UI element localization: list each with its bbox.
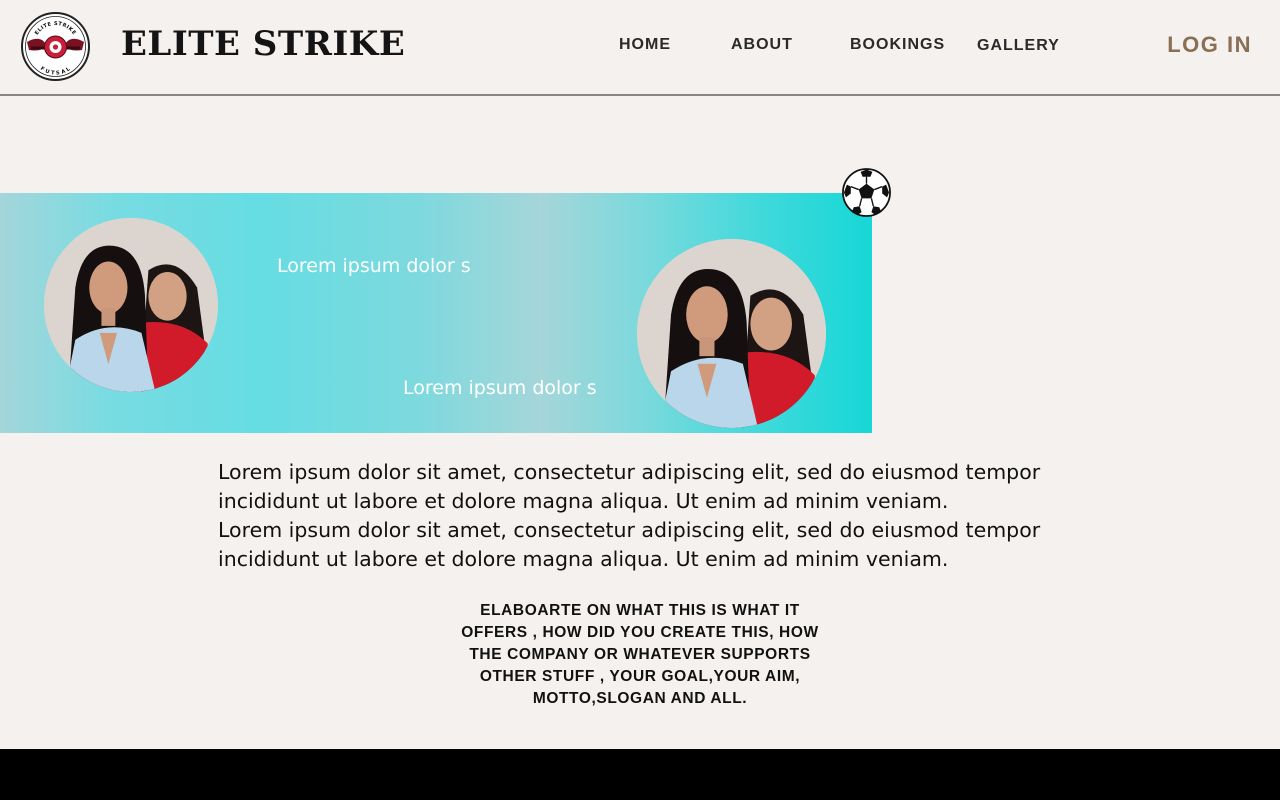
nav-about[interactable]: ABOUT: [731, 36, 793, 54]
tagline-line: THE COMPANY OR WHATEVER SUPPORTS: [469, 646, 811, 663]
login-button[interactable]: LOG IN: [1167, 33, 1252, 57]
nav-gallery[interactable]: GALLERY: [977, 37, 1060, 55]
team-photo: [44, 218, 218, 392]
site-header: ELITE STRIKE FUTSAL ELITE STRIKE HOME AB…: [0, 0, 1280, 96]
banner-text: Lorem ipsum dolor s: [277, 255, 471, 277]
tagline-line: ELABOARTE ON WHAT THIS IS WHAT IT: [480, 602, 800, 619]
brand-name[interactable]: ELITE STRIKE: [121, 24, 405, 64]
paragraph-line: incididunt ut labore et dolore magna ali…: [218, 489, 949, 513]
tagline-line: OFFERS , HOW DID YOU CREATE THIS, HOW: [461, 624, 819, 641]
paragraph-line: Lorem ipsum dolor sit amet, consectetur …: [218, 460, 1041, 484]
tagline-line: OTHER STUFF , YOUR GOAL,YOUR AIM,: [479, 668, 801, 685]
team-photo: [637, 239, 826, 428]
hero-banner: Lorem ipsum dolor s Lorem ipsum dolor s: [0, 193, 872, 433]
tagline: ELABOARTE ON WHAT THIS IS WHAT IT OFFERS…: [440, 600, 840, 710]
tagline-line: MOTTO,SLOGAN AND ALL.: [532, 690, 748, 707]
nav-bookings[interactable]: BOOKINGS: [850, 36, 945, 54]
site-footer: [0, 749, 1280, 800]
paragraph-line: Lorem ipsum dolor sit amet, consectetur …: [218, 518, 1041, 542]
soccer-ball-icon: [841, 167, 892, 218]
banner-text: Lorem ipsum dolor s: [403, 377, 597, 399]
futsal-logo-icon[interactable]: ELITE STRIKE FUTSAL: [21, 12, 90, 81]
paragraph-line: incididunt ut labore et dolore magna ali…: [218, 547, 949, 571]
intro-paragraph: Lorem ipsum dolor sit amet, consectetur …: [218, 458, 1078, 574]
nav-home[interactable]: HOME: [619, 36, 671, 54]
